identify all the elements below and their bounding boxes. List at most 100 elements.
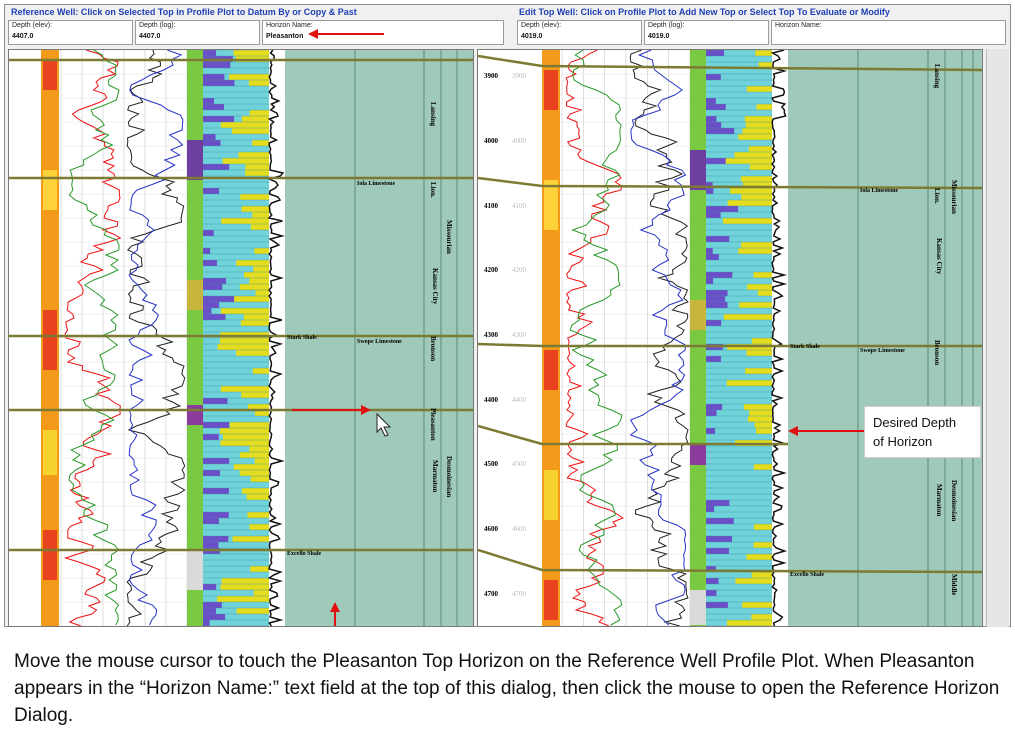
- lithology-cell: [706, 626, 732, 627]
- lithology-cell: [757, 290, 772, 296]
- lithology-cell: [726, 374, 772, 380]
- lithology-cell: [734, 152, 772, 158]
- ref-vertical-label: Pleasanton: [429, 408, 437, 441]
- edit-vertical-label: Desmoinesian: [950, 480, 958, 521]
- lithology-cell: [723, 314, 772, 320]
- lithology-cell: [738, 134, 772, 140]
- ref-depth-elev-field[interactable]: Depth (elev): 4407.0: [8, 20, 133, 45]
- edit-color-band: [544, 180, 558, 230]
- depth-tick-label-faded: 4000: [512, 137, 527, 145]
- lithology-cell: [203, 422, 230, 428]
- ref-lithology-color-track: [187, 50, 203, 626]
- edit-formation-label-iola: Iola Limestone: [860, 188, 899, 194]
- lithology-cell: [754, 518, 772, 524]
- depth-tick-label: 4700: [484, 590, 499, 598]
- lithology-cell: [254, 482, 269, 488]
- lithology-cell: [255, 290, 269, 296]
- edit-lithology-band: [690, 150, 706, 190]
- lithology-cell: [706, 578, 719, 584]
- edit-depth-elev-field[interactable]: Depth (elev): 4019.0: [517, 20, 642, 45]
- lithology-cell: [251, 86, 269, 92]
- vertical-scrollbar[interactable]: [986, 49, 1009, 627]
- lithology-cell: [203, 80, 235, 86]
- edit-top-well-profile-canvas[interactable]: 3900 4000 4100 4200 4300 4400 4500 4600 …: [478, 50, 983, 627]
- lithology-cell: [706, 518, 734, 524]
- edit-vertical-label: Lansing: [933, 64, 941, 89]
- ref-color-band: [43, 60, 57, 90]
- ref-depth-log-field[interactable]: Depth (log): 4407.0: [135, 20, 260, 45]
- lithology-cell: [245, 170, 269, 176]
- lithology-cell: [254, 188, 269, 194]
- lithology-cell: [239, 284, 269, 290]
- edit-top-well-profile-plot[interactable]: 3900 4000 4100 4200 4300 4400 4500 4600 …: [477, 49, 983, 627]
- lithology-cell: [730, 188, 772, 194]
- lithology-cell: [744, 584, 772, 590]
- lithology-cell: [753, 452, 772, 458]
- ref-formation-label-swope: Swope Limestone: [357, 339, 402, 345]
- lithology-cell: [239, 470, 269, 476]
- lithology-cell: [751, 338, 772, 344]
- lithology-cell: [241, 116, 269, 122]
- lithology-cell: [234, 602, 269, 608]
- lithology-cell: [240, 194, 269, 200]
- lithology-cell: [236, 350, 269, 356]
- lithology-cell: [203, 314, 226, 320]
- lithology-cell: [706, 236, 730, 242]
- lithology-cell: [726, 380, 772, 386]
- depth-tick-label: 4000: [484, 137, 499, 145]
- edit-depth-log-field[interactable]: Depth (log): 4019.0: [644, 20, 769, 45]
- lithology-cell: [203, 518, 219, 524]
- lithology-cell: [706, 290, 728, 296]
- lithology-cell: [743, 404, 772, 410]
- lithology-cell: [755, 596, 772, 602]
- lithology-cell: [745, 434, 772, 440]
- lithology-cell: [220, 440, 269, 446]
- lithology-cell: [252, 68, 269, 74]
- horizon-field-arrow: [308, 29, 384, 39]
- lithology-cell: [706, 158, 726, 164]
- lithology-cell: [252, 212, 269, 218]
- lithology-cell: [203, 536, 229, 542]
- lithology-cell: [734, 254, 772, 260]
- lithology-cell: [220, 386, 269, 392]
- lithology-cell: [751, 470, 772, 476]
- lithology-cell: [226, 182, 269, 188]
- lithology-cell: [232, 536, 269, 542]
- depth-tick-label-faded: 4200: [512, 266, 527, 274]
- lithology-cell: [253, 590, 269, 596]
- arrow-left-icon: [308, 29, 318, 39]
- lithology-cell: [219, 428, 269, 434]
- lithology-cell: [719, 506, 772, 512]
- lithology-cell: [706, 98, 716, 104]
- lithology-cell: [754, 524, 772, 530]
- ref-vertical-label: Marmaton: [431, 460, 439, 492]
- lithology-cell: [203, 602, 222, 608]
- depth-tick-label-faded: 4700: [512, 590, 527, 598]
- lithology-cell: [746, 86, 772, 92]
- edit-lithology-band: [690, 445, 706, 465]
- lithology-cell: [203, 584, 217, 590]
- lithology-cell: [221, 218, 269, 224]
- lithology-cell: [240, 320, 269, 326]
- reference-well-profile-canvas[interactable]: Iola Limestone Stark Shale Swope Limesto…: [9, 50, 474, 627]
- lithology-cell: [706, 506, 715, 512]
- lithology-cell: [727, 200, 772, 206]
- lithology-cell: [720, 332, 772, 338]
- reference-well-profile-plot[interactable]: Iola Limestone Stark Shale Swope Limesto…: [8, 49, 474, 627]
- lithology-cell: [203, 104, 225, 110]
- lithology-cell: [706, 74, 721, 80]
- lithology-cell: [229, 374, 269, 380]
- lithology-cell: [706, 50, 725, 56]
- lithology-cell: [752, 230, 772, 236]
- edit-horizon-name-label: Horizon Name:: [775, 22, 822, 29]
- edit-lithology-band: [690, 300, 706, 330]
- lithology-cell: [730, 488, 772, 494]
- callout-line-2: of Horizon: [873, 434, 933, 449]
- lithology-cell: [229, 98, 269, 104]
- lithology-cell: [744, 140, 772, 146]
- lithology-cell: [254, 458, 269, 464]
- lithology-cell: [746, 350, 772, 356]
- lithology-cell: [747, 284, 772, 290]
- lithology-cell: [249, 524, 269, 530]
- edit-horizon-name-field[interactable]: Horizon Name:: [771, 20, 1006, 45]
